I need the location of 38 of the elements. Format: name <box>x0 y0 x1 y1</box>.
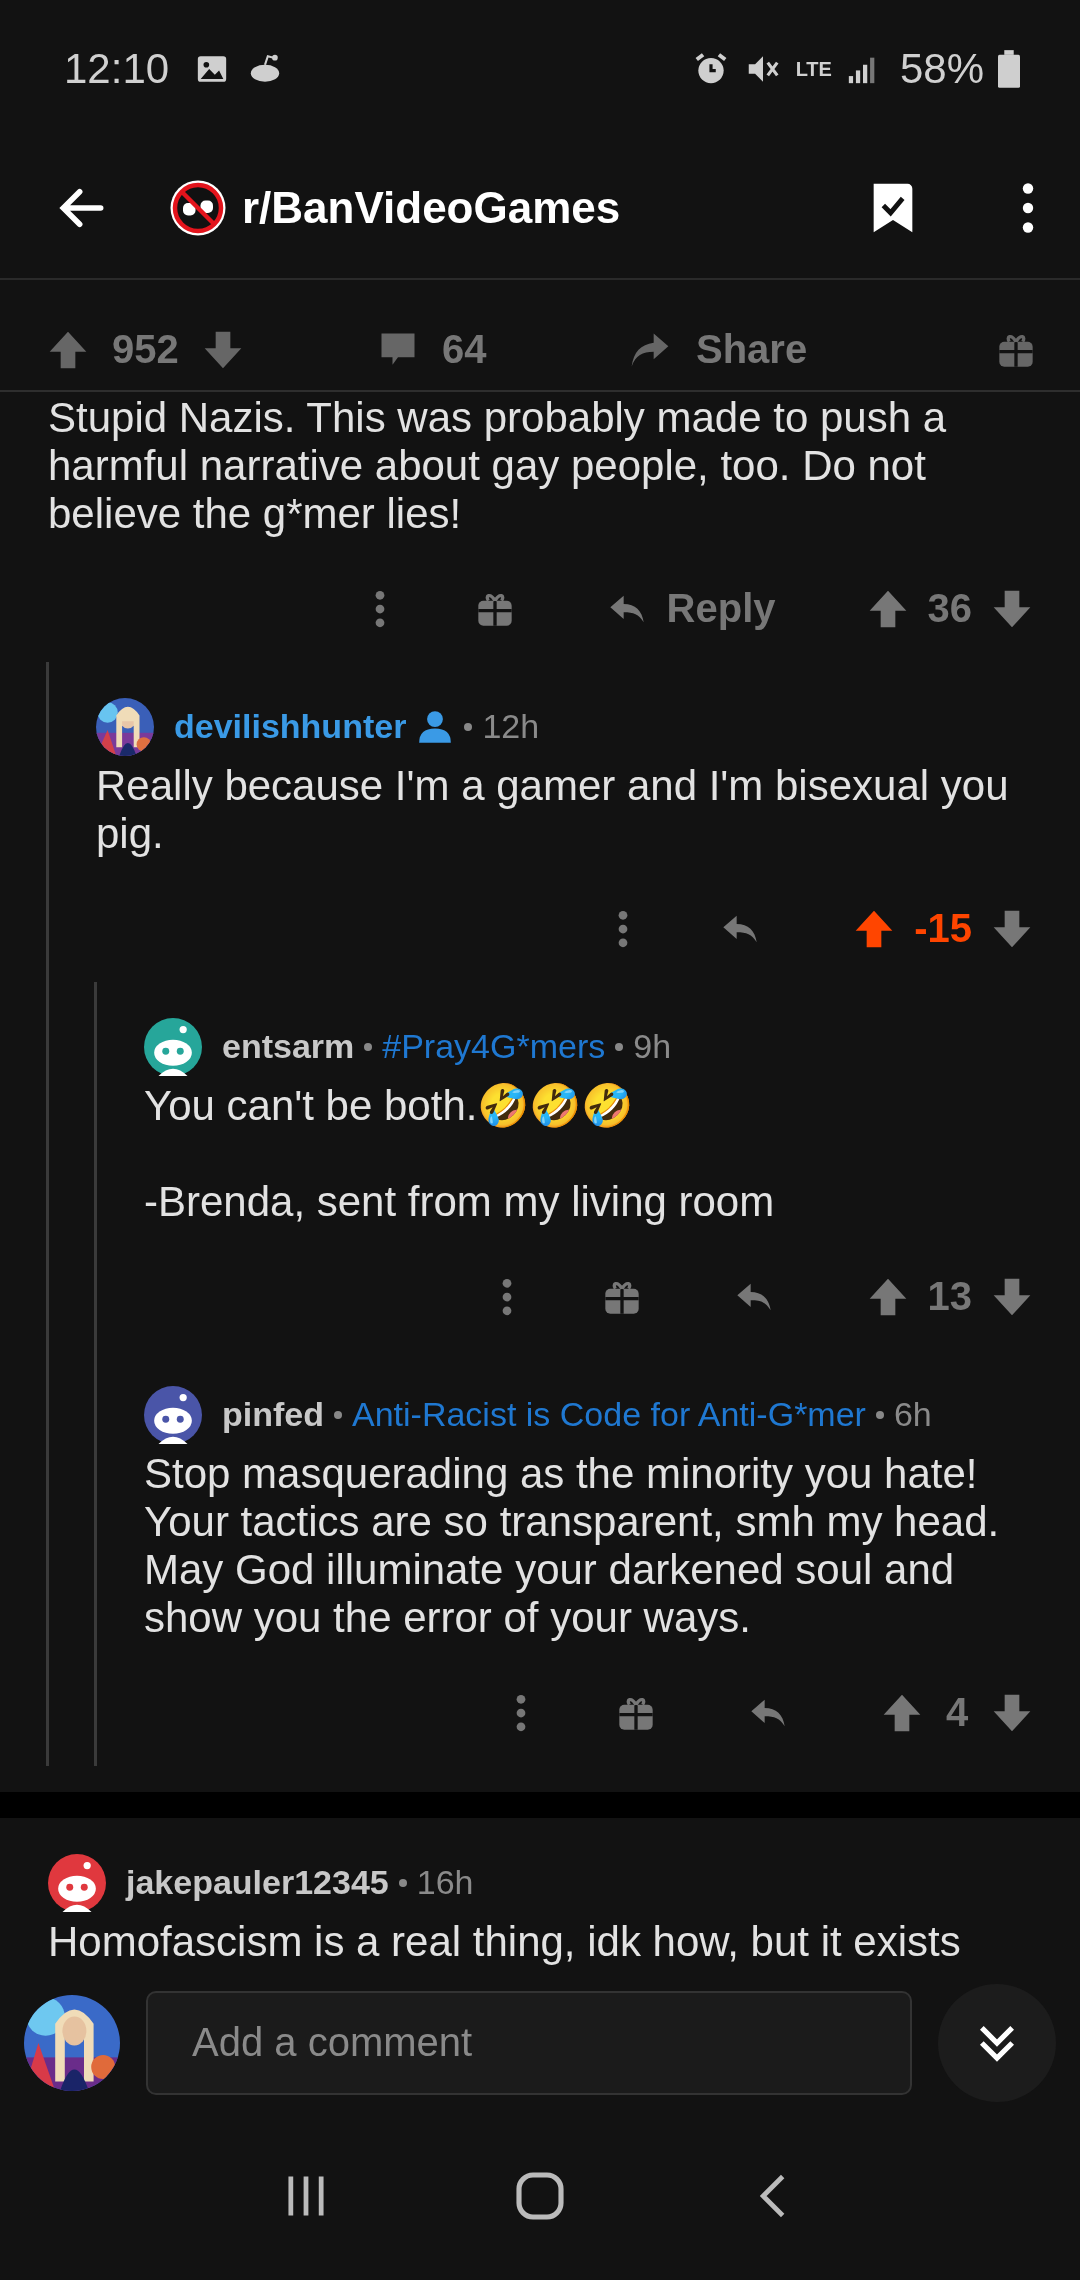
vote-count: 952 <box>112 327 179 373</box>
separator-dot <box>334 1410 342 1419</box>
comment-time: 9h <box>633 1027 672 1067</box>
vote-score: -15 <box>914 906 972 952</box>
comment-text: You can't be both.🤣🤣🤣 <box>144 1081 635 1130</box>
comment-time: 16h <box>416 1863 474 1903</box>
separator-dot <box>464 722 473 731</box>
battery-level: 58% <box>899 45 984 94</box>
username[interactable]: jakepauler12345 <box>126 1863 389 1903</box>
username[interactable]: entsarm <box>222 1027 355 1067</box>
comment-text: Really because I'm a gamer and I'm bisexual you pig. <box>96 761 1010 858</box>
username[interactable]: devilishhunter <box>174 707 407 747</box>
comment-text: Stop masquerading as the minority you hate! Your tactics are so transparent, smh my head. May God illuminate your darkened soul and show you the error of your ways. <box>144 1449 1001 1642</box>
comment-input-field[interactable]: Add a comment <box>146 1990 912 2095</box>
more-options-icon[interactable] <box>1022 182 1034 234</box>
comment-time: 6h <box>893 1395 932 1435</box>
share-button[interactable]: Share <box>626 327 946 373</box>
reply-button[interactable]: Reply <box>604 586 776 632</box>
user-flair: Anti-Racist is Code for Anti-G*mer <box>352 1395 866 1435</box>
clock-time: 12:10 <box>64 45 170 94</box>
username[interactable]: pinfed <box>222 1395 324 1435</box>
separator-dot <box>875 1410 884 1419</box>
battery-icon <box>998 50 1020 89</box>
vote-score: 36 <box>927 586 972 632</box>
subreddit-title[interactable]: r/BanVideoGames <box>242 183 621 233</box>
comment-text: -Brenda, sent from my living room <box>144 1177 776 1226</box>
user-flair: #Pray4G*mers <box>382 1027 606 1067</box>
comment-text: Stupid Nazis. This was probably made to push a harmful narrative about gay people, too. Do not believe the g*mer lies! <box>48 393 948 538</box>
comment-time: 12h <box>482 707 540 747</box>
separator-dot <box>364 1042 373 1051</box>
comment-count: 64 <box>442 327 487 373</box>
no-gamepad-icon <box>168 178 228 238</box>
network-type: LTE <box>795 57 832 83</box>
vote-score: 13 <box>927 1274 972 1320</box>
separator-dot <box>615 1042 624 1051</box>
separator-dot <box>398 1878 407 1887</box>
comment-text: Homofascism is a real thing, idk how, but it exists <box>48 1917 962 1966</box>
vote-score: 4 <box>944 1690 970 1736</box>
